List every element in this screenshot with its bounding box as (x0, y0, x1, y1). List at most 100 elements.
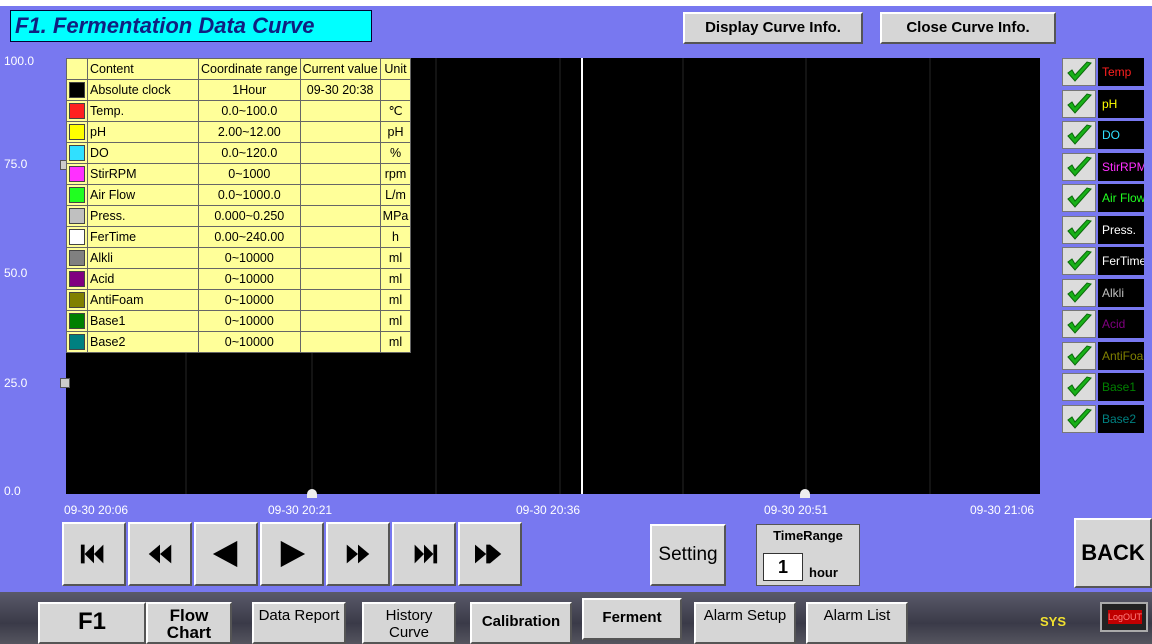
table-row: Base1 0~10000 ml (66, 310, 412, 332)
check-icon[interactable] (1062, 121, 1096, 149)
table-row: FerTime 0.00~240.00 h (66, 226, 412, 248)
top-strip (0, 0, 1152, 6)
table-row: DO 0.0~120.0% (66, 142, 412, 164)
x-tick: 09-30 20:06 (64, 503, 129, 517)
legend-item: Base1 (1062, 373, 1144, 403)
content-cell: Acid (87, 268, 199, 290)
current-value-cell (299, 205, 381, 227)
fit-button[interactable] (458, 522, 522, 586)
range-cell: 0~1000 (198, 163, 301, 185)
tab-f1[interactable]: F1 (38, 602, 146, 644)
table-row: Temp. 0.0~100.0 ℃ (66, 100, 412, 122)
check-icon[interactable] (1062, 404, 1096, 433)
color-swatch (69, 229, 85, 245)
step-forward-icon (280, 540, 306, 568)
current-value-cell (299, 163, 381, 185)
check-icon[interactable] (1062, 278, 1096, 307)
back-button[interactable]: BACK (1074, 518, 1152, 588)
legend-label: AntiFoam (1098, 341, 1144, 370)
legend-item: Press. (1062, 215, 1144, 246)
color-swatch-cell (66, 79, 88, 101)
fast-backward-button[interactable] (128, 522, 192, 586)
time-range-label: TimeRange (773, 528, 843, 543)
step-backward-button[interactable] (194, 522, 258, 586)
check-icon[interactable] (1062, 58, 1096, 86)
content-cell: Absolute clock (87, 79, 199, 101)
step-backward-icon (212, 540, 238, 568)
header-current: Current value (299, 58, 381, 80)
content-cell: Air Flow (87, 184, 199, 206)
table-row: Base2 0~10000 ml (66, 331, 412, 353)
table-row: Absolute clock 1Hour 09-30 20:38 (66, 79, 412, 101)
color-swatch (69, 334, 85, 350)
close-curve-info-button[interactable]: Close Curve Info. (880, 12, 1056, 44)
color-swatch-cell (66, 289, 88, 311)
last-button[interactable] (392, 522, 456, 586)
color-swatch (69, 145, 85, 161)
tab-data-report[interactable]: Data Report (252, 602, 346, 644)
legend-item: StirRPM (1062, 152, 1144, 183)
legend-item: Alkli (1062, 278, 1144, 309)
check-icon[interactable] (1062, 373, 1096, 401)
color-swatch (69, 82, 85, 98)
color-swatch (69, 187, 85, 203)
cursor-marker[interactable] (307, 489, 317, 498)
tab-history-curve[interactable]: History Curve (362, 602, 456, 644)
table-row: Alkli 0~10000 ml (66, 247, 412, 269)
table-row: Press. 0.000~0.250 MPa (66, 205, 412, 227)
fast-forward-button[interactable] (326, 522, 390, 586)
x-tick: 09-30 21:06 (970, 503, 1035, 517)
legend-item: AntiFoam (1062, 341, 1144, 372)
legend-label: Base1 (1098, 373, 1144, 401)
check-icon[interactable] (1062, 247, 1096, 275)
check-icon[interactable] (1062, 310, 1096, 338)
step-forward-button[interactable] (260, 522, 324, 586)
tab-alarm-setup[interactable]: Alarm Setup (694, 602, 796, 644)
current-value-cell (299, 142, 381, 164)
color-swatch (69, 103, 85, 119)
table-row: StirRPM 0~1000 rpm (66, 163, 412, 185)
logout-label: LogOUT (1108, 610, 1143, 624)
current-value-cell (299, 310, 381, 332)
unit-cell: % (379, 142, 412, 164)
legend-item: Acid (1062, 310, 1144, 340)
tab-ferment[interactable]: Ferment (582, 598, 682, 640)
legend-item: DO (1062, 121, 1144, 151)
check-icon[interactable] (1062, 152, 1096, 181)
y-axis-marker[interactable] (60, 378, 70, 388)
setting-button[interactable]: Setting (650, 524, 726, 586)
unit-cell: ml (379, 268, 412, 290)
content-cell: DO (87, 142, 199, 164)
color-swatch-cell (66, 163, 88, 185)
check-icon[interactable] (1062, 184, 1096, 212)
cursor-marker[interactable] (800, 489, 810, 498)
swatch-header (66, 58, 88, 80)
time-range-input[interactable]: 1 (763, 553, 803, 581)
tab-calibration[interactable]: Calibration (470, 602, 572, 644)
display-curve-info-button[interactable]: Display Curve Info. (683, 12, 863, 44)
color-swatch-cell (66, 205, 88, 227)
tab-flow-chart[interactable]: Flow Chart (146, 602, 232, 644)
color-swatch-cell (66, 310, 88, 332)
color-swatch (69, 292, 85, 308)
range-cell: 2.00~12.00 (198, 121, 301, 143)
check-icon[interactable] (1062, 341, 1096, 370)
color-swatch-cell (66, 142, 88, 164)
range-cell: 0~10000 (198, 310, 301, 332)
logout-button[interactable]: LogOUT (1100, 602, 1148, 632)
legend-item: FerTime (1062, 247, 1144, 277)
table-row: Air Flow 0.0~1000.0 L/m (66, 184, 412, 206)
tab-alarm-list[interactable]: Alarm List (806, 602, 908, 644)
range-cell: 1Hour (198, 79, 301, 101)
check-icon[interactable] (1062, 215, 1096, 244)
check-icon[interactable] (1062, 89, 1096, 118)
legend-label: Alkli (1098, 278, 1144, 307)
y-tick: 100.0 (4, 54, 35, 68)
range-cell: 0~10000 (198, 331, 301, 353)
legend-item: Temp (1062, 58, 1144, 88)
color-swatch (69, 208, 85, 224)
first-button[interactable] (62, 522, 126, 586)
content-cell: Alkli (87, 247, 199, 269)
legend-item: pH (1062, 89, 1144, 120)
unit-cell: ℃ (379, 100, 412, 122)
